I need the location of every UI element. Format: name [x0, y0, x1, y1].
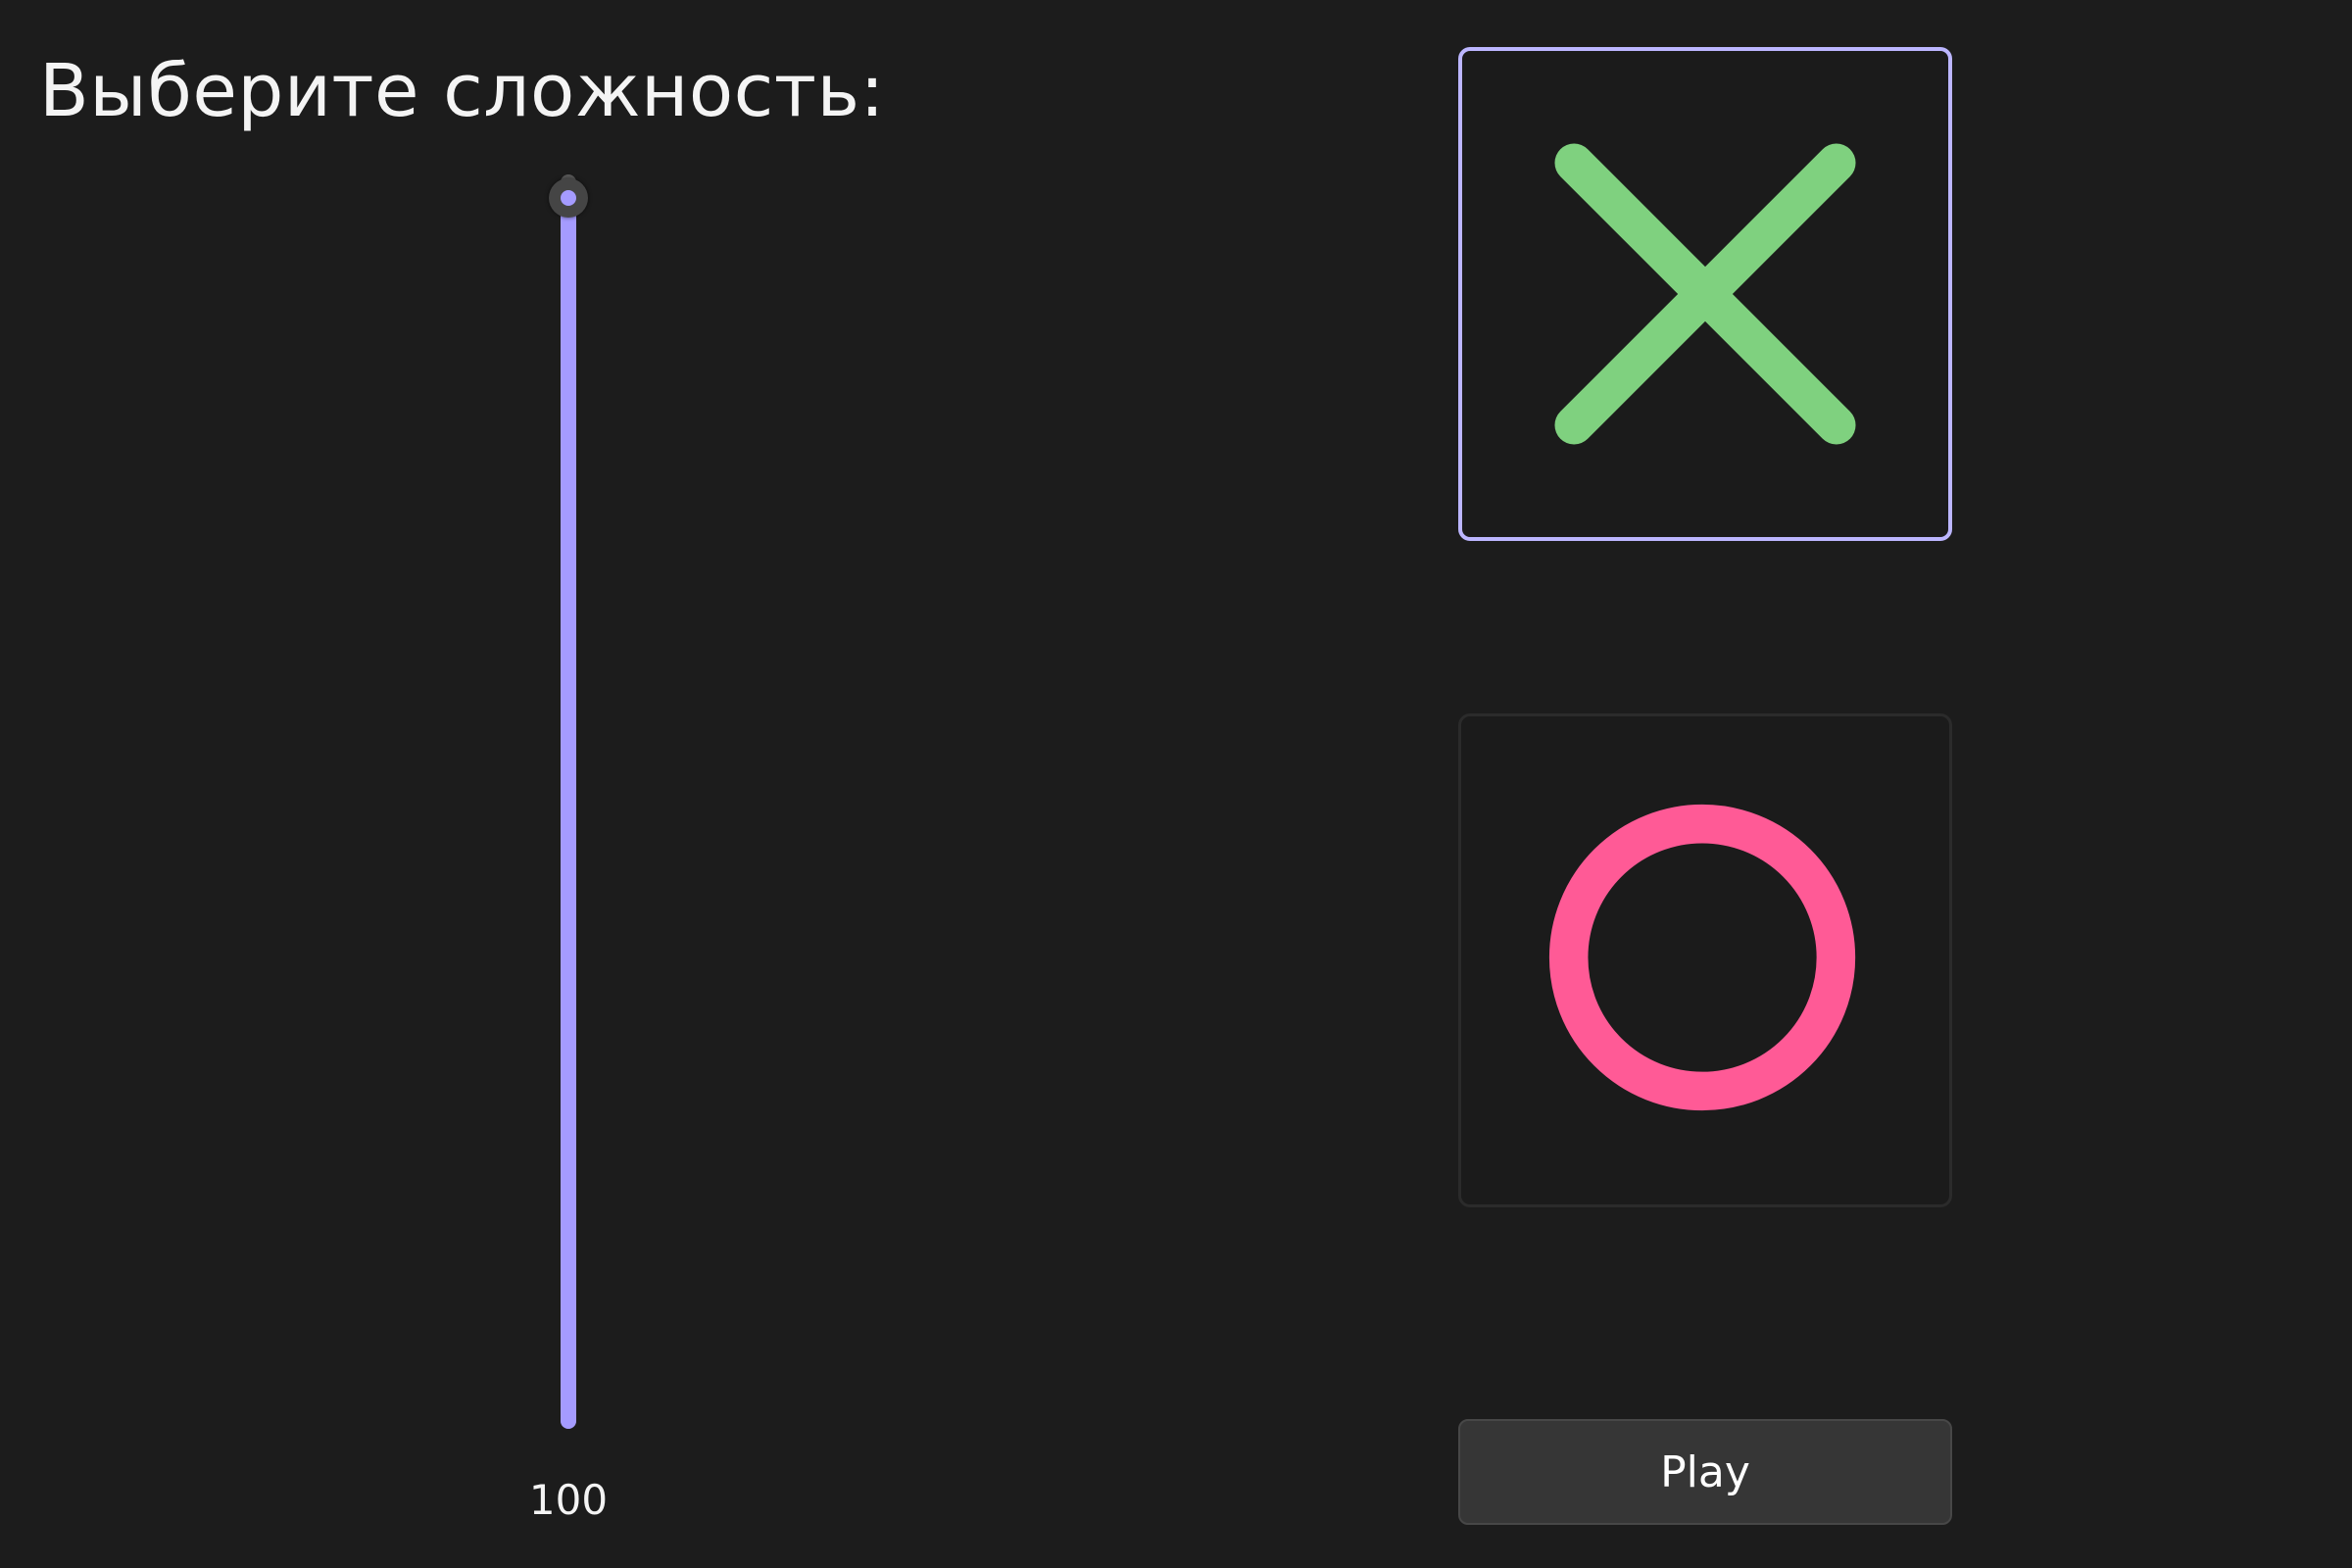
play-button[interactable]: Play — [1458, 1419, 1952, 1525]
choose-x-button[interactable] — [1458, 47, 1952, 541]
o-icon — [1548, 804, 1856, 1111]
x-icon — [1554, 143, 1856, 445]
difficulty-slider[interactable] — [547, 174, 590, 1429]
slider-fill — [561, 196, 576, 1429]
page-title: Выберите сложность: — [39, 49, 885, 133]
difficulty-value: 100 — [528, 1476, 609, 1524]
choose-o-button[interactable] — [1458, 713, 1952, 1207]
difficulty-screen: Выберите сложность: 100 Play — [0, 0, 2352, 1568]
slider-thumb[interactable] — [549, 178, 588, 218]
